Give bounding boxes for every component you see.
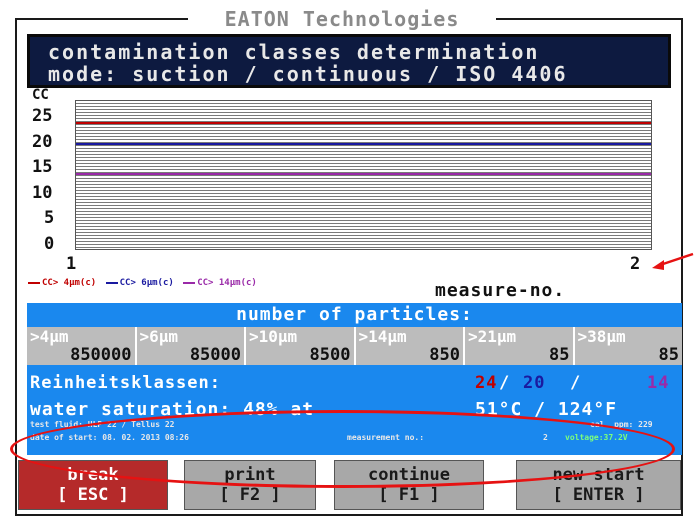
y-tick-label: 20 <box>32 131 53 152</box>
chart-legend: CC> 4µm(c) CC> 6µm(c) CC> 14µm(c) <box>28 278 257 288</box>
particle-column: >10µm 8500 <box>244 327 354 365</box>
x-tick-2: 2 <box>630 254 641 274</box>
legend-14um: CC> 14µm(c) <box>197 278 257 288</box>
legend-swatch-4um <box>28 281 40 284</box>
chart-plot-area <box>75 100 652 250</box>
y-axis-label: CC <box>32 87 49 103</box>
particle-size-header: >38µm <box>577 327 626 346</box>
legend-6um: CC> 6µm(c) <box>119 278 174 288</box>
particle-count: 8500 <box>309 345 351 365</box>
title-line-2: mode: suction / continuous / ISO 4406 <box>48 62 568 86</box>
annotation-ellipse <box>10 410 675 488</box>
class-sep-1: / <box>499 373 511 393</box>
particle-column: >14µm 850 <box>353 327 464 365</box>
series-line-14um <box>76 173 651 176</box>
particle-size-header: >6µm <box>139 327 179 346</box>
legend-swatch-6um <box>105 281 118 284</box>
particle-size-header: >10µm <box>249 327 298 346</box>
y-tick-label: 10 <box>32 182 53 203</box>
particle-column: >6µm 85000 <box>134 327 245 365</box>
title-box: contamination classes determination mode… <box>27 34 671 88</box>
class-6um: 20 <box>523 373 546 393</box>
particle-count: 85 <box>658 345 679 365</box>
series-line-4um <box>76 122 651 125</box>
particle-count: 85000 <box>189 345 241 365</box>
particle-column: >38µm 85 <box>572 327 683 365</box>
particle-size-header: >14µm <box>358 327 407 346</box>
print-key: [ F2 ] <box>219 485 281 505</box>
particle-column: >21µm 85 <box>463 327 573 365</box>
cleanliness-classes: Reinheitsklassen: 24 / 20 / 14 <box>27 373 682 393</box>
legend-4um: CC> 4µm(c) <box>42 278 97 288</box>
particles-table: >4µm 850000 >6µm 85000 >10µm 8500 >14µm 850 … <box>27 327 682 365</box>
particles-title: number of particles: <box>236 304 473 325</box>
title-line-1: contamination classes determination <box>48 40 540 64</box>
particle-column: >4µm 850000 <box>27 327 135 365</box>
y-tick-label: 5 <box>44 208 55 229</box>
new-start-key: [ ENTER ] <box>552 485 645 505</box>
x-axis-label: measure-no. <box>435 280 566 301</box>
break-key: [ ESC ] <box>57 485 129 505</box>
particle-count: 85 <box>549 345 570 365</box>
continue-key: [ F1 ] <box>378 485 440 505</box>
class-sep-2: / <box>570 373 582 393</box>
particle-size-header: >4µm <box>30 327 69 346</box>
legend-swatch-14um <box>183 281 196 284</box>
class-14um: 14 <box>647 373 670 393</box>
particle-count: 850 <box>429 345 460 365</box>
brand-title: EATON Technologies <box>188 6 496 32</box>
annotation-arrow-icon <box>652 252 694 270</box>
particle-size-header: >21µm <box>468 327 517 346</box>
series-line-6um <box>76 142 651 145</box>
y-tick-label: 15 <box>32 157 53 178</box>
x-tick-1: 1 <box>66 254 77 274</box>
cleanliness-label: Reinheitsklassen: <box>30 373 221 393</box>
particle-count: 850000 <box>70 345 132 365</box>
y-tick-label: 0 <box>44 234 55 254</box>
class-4um: 24 <box>475 373 498 393</box>
y-tick-label: 25 <box>32 106 53 126</box>
